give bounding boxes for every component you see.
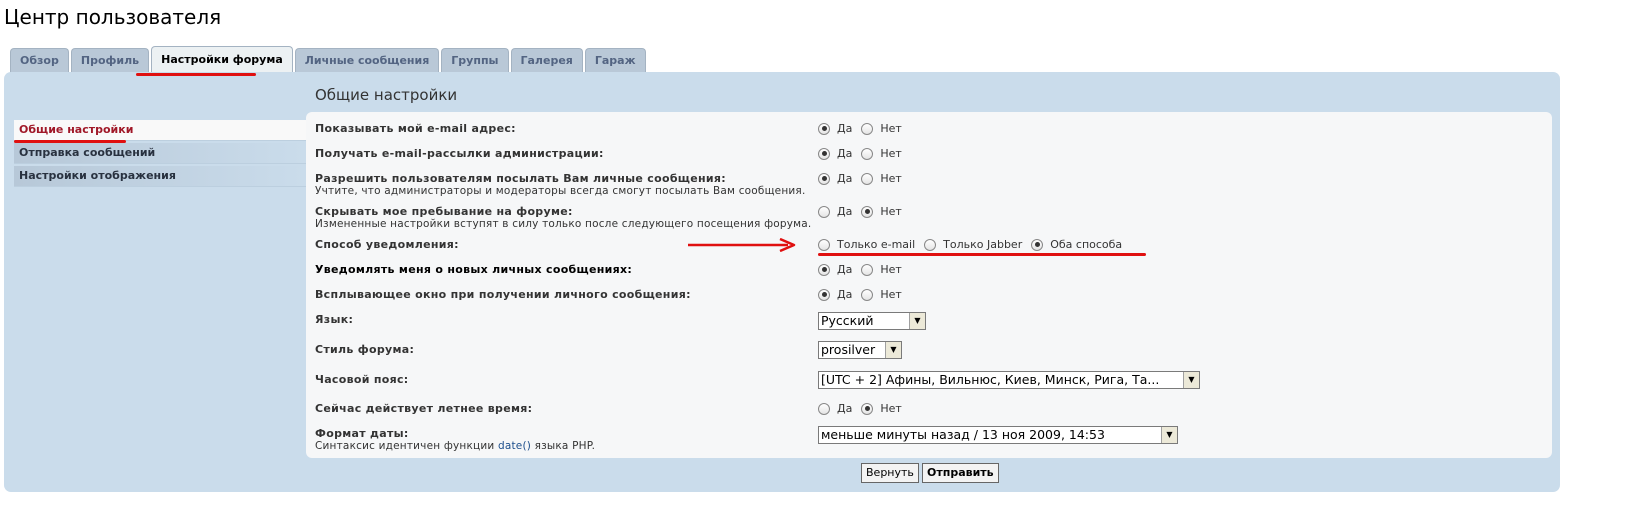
radio-label: Нет (880, 288, 902, 301)
menu-item-display[interactable]: Настройки отображения (14, 166, 306, 187)
setting-show-email: Показывать мой e-mail адрес: Да Нет (315, 122, 1545, 135)
tab-private-messages[interactable]: Личные сообщения (294, 48, 440, 73)
tab-garage[interactable]: Гараж (584, 48, 646, 73)
radio-no[interactable] (861, 402, 874, 415)
radio-no[interactable] (861, 122, 874, 135)
setting-language: Язык: Русский ▼ (315, 312, 1545, 330)
setting-label: Язык: (315, 313, 354, 326)
timezone-select[interactable]: [UTC + 2] Афины, Вильнюс, Киев, Минск, Р… (818, 371, 1200, 389)
radio-no[interactable] (861, 263, 874, 276)
chevron-down-icon: ▼ (1183, 372, 1199, 388)
radio-label: Нет (880, 122, 902, 135)
setting-label: Показывать мой e-mail адрес: (315, 122, 516, 135)
radio-yes[interactable] (818, 263, 830, 276)
setting-popup-pm: Всплывающее окно при получении личного с… (315, 288, 1545, 301)
radio-email-only[interactable] (818, 238, 830, 251)
radio-no[interactable] (861, 288, 874, 301)
radio-no[interactable] (861, 172, 874, 185)
radio-label: Нет (880, 147, 902, 160)
date-format-select[interactable]: меньше минуты назад / 13 ноя 2009, 14:53… (818, 426, 1178, 444)
setting-dst: Сейчас действует летнее время: Да Нет (315, 402, 1545, 415)
php-date-link[interactable]: date() (498, 440, 531, 452)
settings-panel: Общие настройки Общие настройки Отправка… (4, 72, 1560, 492)
radio-label: Да (837, 263, 853, 276)
menu-item-general[interactable]: Общие настройки (14, 120, 306, 141)
tab-overview[interactable]: Обзор (10, 48, 69, 73)
menu-item-posting[interactable]: Отправка сообщений (14, 143, 306, 164)
radio-yes[interactable] (818, 147, 830, 160)
tab-forum-settings[interactable]: Настройки форума (151, 46, 293, 73)
setting-label: Скрывать мое пребывание на форуме: (315, 205, 573, 218)
setting-hint: Учтите, что администраторы и модераторы … (315, 185, 806, 197)
side-menu: Общие настройки Отправка сообщений Настр… (14, 120, 306, 189)
setting-label: Стиль форума: (315, 343, 415, 356)
setting-style: Стиль форума: prosilver ▼ (315, 341, 1545, 359)
radio-yes[interactable] (818, 288, 830, 301)
radio-label: Оба способа (1050, 238, 1123, 251)
radio-label: Только e-mail (837, 238, 916, 251)
radio-label: Да (837, 122, 853, 135)
annotation-underline-tab (136, 73, 256, 76)
tab-groups[interactable]: Группы (441, 48, 509, 73)
select-value: [UTC + 2] Афины, Вильнюс, Киев, Минск, Р… (821, 372, 1160, 387)
setting-label: Сейчас действует летнее время: (315, 402, 533, 415)
radio-yes[interactable] (818, 205, 830, 218)
setting-label: Разрешить пользователям посылать Вам лич… (315, 172, 726, 185)
radio-jabber-only[interactable] (924, 238, 937, 251)
hint-text: Синтаксис идентичен функции (315, 440, 498, 452)
tab-gallery[interactable]: Галерея (510, 48, 583, 73)
radio-yes[interactable] (818, 122, 830, 135)
hint-text: языка PHP. (531, 440, 596, 452)
radio-no[interactable] (861, 147, 874, 160)
language-select[interactable]: Русский ▼ (818, 312, 926, 330)
radio-label: Да (837, 172, 853, 185)
radio-label: Только Jabber (943, 238, 1023, 251)
setting-label: Уведомлять меня о новых личных сообщения… (315, 263, 633, 276)
chevron-down-icon: ▼ (1161, 427, 1177, 443)
radio-label: Да (837, 288, 853, 301)
select-value: меньше минуты назад / 13 ноя 2009, 14:53 (821, 427, 1105, 442)
submit-button[interactable]: Отправить (922, 463, 999, 483)
setting-admin-mail: Получать e-mail-рассылки администрации: … (315, 147, 1545, 160)
radio-both[interactable] (1031, 238, 1044, 251)
radio-no[interactable] (861, 205, 874, 218)
radio-label: Да (837, 147, 853, 160)
radio-label: Нет (880, 205, 902, 218)
radio-yes[interactable] (818, 402, 830, 415)
setting-hide-online: Скрывать мое пребывание на форуме: Измен… (315, 205, 1545, 230)
select-value: prosilver (821, 342, 876, 357)
section-title: Общие настройки (315, 86, 458, 104)
select-value: Русский (821, 313, 874, 328)
setting-timezone: Часовой пояс: [UTC + 2] Афины, Вильнюс, … (315, 371, 1545, 389)
annotation-underline-notify (818, 253, 1146, 256)
setting-notify-method: Способ уведомления: Только e-mail Только… (315, 238, 1545, 251)
page-title: Центр пользователя (4, 5, 222, 29)
tab-profile[interactable]: Профиль (70, 48, 150, 73)
radio-label: Нет (880, 402, 902, 415)
radio-label: Нет (880, 172, 902, 185)
chevron-down-icon: ▼ (885, 342, 901, 358)
radio-yes[interactable] (818, 172, 830, 185)
style-select[interactable]: prosilver ▼ (818, 341, 902, 359)
setting-label: Всплывающее окно при получении личного с… (315, 288, 691, 301)
annotation-arrow-icon (688, 238, 796, 252)
setting-notify-pm: Уведомлять меня о новых личных сообщения… (315, 263, 1545, 276)
radio-label: Нет (880, 263, 902, 276)
reset-button[interactable]: Вернуть (861, 463, 919, 483)
radio-label: Да (837, 402, 853, 415)
setting-date-format: Формат даты: Синтаксис идентичен функции… (315, 426, 1545, 452)
chevron-down-icon: ▼ (909, 313, 925, 329)
setting-label: Получать e-mail-рассылки администрации: (315, 147, 604, 160)
setting-hint: Измененные настройки вступят в силу толь… (315, 218, 812, 230)
tab-bar: Обзор Профиль Настройки форума Личные со… (10, 46, 646, 73)
radio-label: Да (837, 205, 853, 218)
annotation-underline-menu (14, 140, 126, 143)
setting-allow-pm: Разрешить пользователям посылать Вам лич… (315, 172, 1545, 197)
settings-form: Показывать мой e-mail адрес: Да Нет Полу… (306, 112, 1552, 458)
